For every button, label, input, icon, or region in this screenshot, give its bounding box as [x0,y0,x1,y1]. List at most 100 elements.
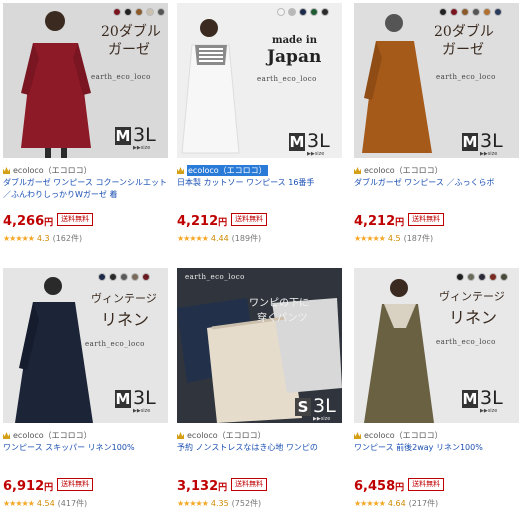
price-yen: 円 [395,218,405,228]
color-swatches [113,8,165,16]
overlay-line-1: ヴィンテージ [439,290,505,303]
product-title[interactable]: ワンピース 前後2way リネン100% [354,442,519,454]
color-swatches [277,8,329,16]
product-card[interactable]: earth_eco_loco ワンピの下に 穿くパンツ S 3L ▶▶size … [177,268,342,518]
product-image[interactable]: 20ダブル ガーゼ earth_eco_loco M 3L ▶▶size [354,3,519,158]
star-rating-icon: ★★★★★ [3,499,35,508]
product-title[interactable]: ワンピース スキッパー リネン100% [3,442,168,454]
brand-logo-text: earth_eco_loco [91,73,151,81]
review-count[interactable]: (189件) [232,233,262,244]
shop-name-row[interactable]: ecoloco（エコロコ） [177,165,268,176]
star-rating-icon: ★★★★★ [3,234,35,243]
product-image[interactable]: ヴィンテージ リネン earth_eco_loco M 3L ▶▶size [354,268,519,423]
price-yen: 円 [395,483,405,493]
size-badge: M 3L ▶▶size [115,387,156,414]
color-swatch [157,8,165,16]
product-image[interactable]: 20ダブル ガーゼ earth_eco_loco M 3L ▶▶size [3,3,168,158]
color-swatch [277,8,285,16]
size-badge-3l: 3L [133,387,156,409]
overlay-line-1: ワンピの下に [249,298,309,309]
shop-name[interactable]: ecoloco（エコロコ） [187,430,266,441]
color-swatch [450,8,458,16]
review-count[interactable]: (752件) [232,498,262,509]
price: 4,212 [177,214,219,229]
color-swatch [456,273,464,281]
color-swatch [467,273,475,281]
shop-name-row[interactable]: ecoloco（エコロコ） [3,430,92,441]
product-image[interactable]: made in Japan earth_eco_loco M 3L ▶▶size [177,3,342,158]
review-count[interactable]: (417件) [58,498,88,509]
rating-row[interactable]: ★★★★★ 4.5 (187件) [354,233,433,244]
price-row: 4,212円 送料無料 [177,210,268,229]
product-card[interactable]: 20ダブル ガーゼ earth_eco_loco M 3L ▶▶size eco… [354,3,519,253]
price-row: 6,912円 送料無料 [3,475,94,494]
free-shipping-badge: 送料無料 [408,478,445,491]
review-count[interactable]: (162件) [53,233,83,244]
product-image[interactable]: ヴィンテージ リネン earth_eco_loco M 3L ▶▶size [3,268,168,423]
shop-name-row[interactable]: ecoloco（エコロコ） [3,165,92,176]
shop-name[interactable]: ecoloco（エコロコ） [364,430,443,441]
size-badge-3l: 3L [133,124,156,146]
brand-logo-text: earth_eco_loco [436,73,496,81]
star-rating-icon: ★★★★★ [177,499,209,508]
color-swatch [142,273,150,281]
rating-row[interactable]: ★★★★★ 4.64 (217件) [354,498,438,509]
product-image[interactable]: earth_eco_loco ワンピの下に 穿くパンツ S 3L ▶▶size [177,268,342,423]
star-rating-icon: ★★★★★ [354,499,386,508]
color-swatch [131,273,139,281]
rating-row[interactable]: ★★★★★ 4.3 (162件) [3,233,82,244]
price: 6,458 [354,479,396,494]
shop-name[interactable]: ecoloco（エコロコ） [13,165,92,176]
product-card[interactable]: 20ダブル ガーゼ earth_eco_loco M 3L ▶▶size eco… [3,3,168,253]
price-row: 4,212円 送料無料 [354,210,445,229]
product-title[interactable]: ダブルガーゼ ワンピース ／ふっくらボ [354,177,519,189]
rating-score: 4.5 [387,234,401,243]
rating-score: 4.54 [36,499,55,508]
color-swatch [146,8,154,16]
color-swatch [500,273,508,281]
color-swatch [321,8,329,16]
shop-name-row[interactable]: ecoloco（エコロコ） [177,430,266,441]
size-badge-s: S [295,398,311,416]
color-swatch [483,8,491,16]
color-swatch [472,8,480,16]
price: 6,912 [3,479,45,494]
product-title[interactable]: ダブルガーゼ ワンピース コクーンシルエット ／ふんわりしっかりWガーゼ 着 [3,177,168,201]
crown-icon [3,167,10,174]
brand-logo-text: earth_eco_loco [185,273,245,281]
rating-row[interactable]: ★★★★★ 4.35 (752件) [177,498,261,509]
size-badge: M 3L ▶▶size [115,124,156,151]
review-count[interactable]: (217件) [409,498,439,509]
product-card[interactable]: made in Japan earth_eco_loco M 3L ▶▶size… [177,3,342,253]
review-count[interactable]: (187件) [404,233,434,244]
shop-name[interactable]: ecoloco（エコロコ） [364,165,443,176]
price-yen: 円 [218,218,228,228]
color-swatch [109,273,117,281]
shop-name-row[interactable]: ecoloco（エコロコ） [354,430,443,441]
color-swatch [299,8,307,16]
overlay-line-1: ヴィンテージ [91,292,157,305]
overlay-line-1: 20ダブル [434,24,494,40]
shop-name-row[interactable]: ecoloco（エコロコ） [354,165,443,176]
product-card[interactable]: ヴィンテージ リネン earth_eco_loco M 3L ▶▶size ec… [354,268,519,518]
price-row: 4,266円 送料無料 [3,210,94,229]
rating-row[interactable]: ★★★★★ 4.44 (189件) [177,233,261,244]
color-swatch [135,8,143,16]
crown-icon [354,432,361,439]
rating-score: 4.3 [36,234,50,243]
price: 4,266 [3,214,45,229]
shop-name[interactable]: ecoloco（エコロコ） [13,430,92,441]
overlay-line-2: リネン [101,310,150,329]
shop-name[interactable]: ecoloco（エコロコ） [187,165,268,176]
size-badge-sub: ▶▶size [480,408,498,414]
size-badge-sub: ▶▶size [480,151,498,157]
rating-score: 4.44 [210,234,229,243]
product-title[interactable]: 予約 ノンストレスなはき心地 ワンピの [177,442,342,454]
rating-score: 4.64 [387,499,406,508]
rating-row[interactable]: ★★★★★ 4.54 (417件) [3,498,87,509]
size-badge: M 3L ▶▶size [462,131,503,157]
crown-icon [354,167,361,174]
product-title[interactable]: 日本製 カットソー ワンピース 16番手 [177,177,342,189]
color-swatch [113,8,121,16]
product-card[interactable]: ヴィンテージ リネン earth_eco_loco M 3L ▶▶size ec… [3,268,168,518]
